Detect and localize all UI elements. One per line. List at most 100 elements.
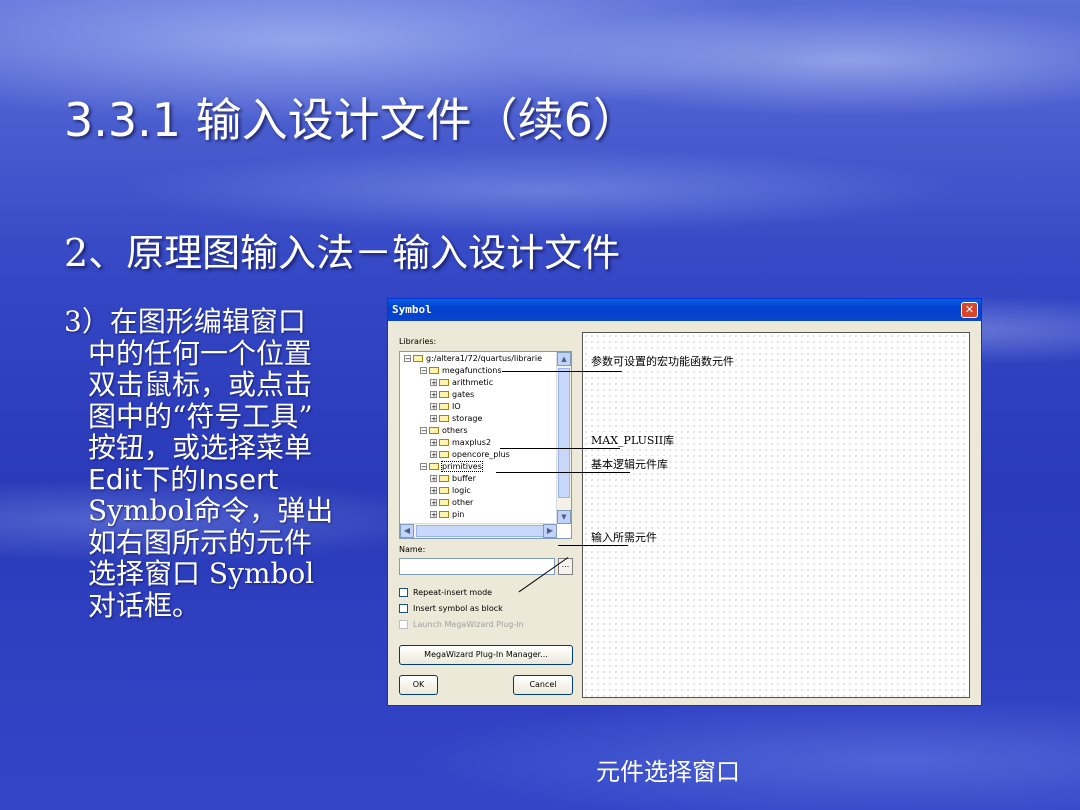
expand-icon[interactable]: + [430, 451, 437, 459]
scroll-thumb[interactable] [416, 525, 556, 537]
tree-item-primitives[interactable]: − primitives [420, 461, 483, 474]
folder-icon [439, 511, 449, 518]
body-line: 双击鼠标，或点击 [88, 368, 313, 401]
folder-icon [439, 415, 449, 422]
dialog-titlebar[interactable]: Symbol ✕ [388, 299, 981, 321]
name-input[interactable] [399, 558, 555, 575]
tree-item-label: storage [452, 414, 483, 423]
scroll-right-icon[interactable]: ▶ [543, 524, 557, 538]
horizontal-scrollbar[interactable]: ◀ ▶ [400, 523, 557, 538]
annotation-line [500, 448, 620, 449]
checkbox-box[interactable] [399, 588, 408, 597]
tree-item[interactable]: + arithmetic [430, 378, 493, 390]
close-icon[interactable]: ✕ [961, 302, 978, 318]
tree-item-label: logic [452, 486, 471, 495]
body-line: Edit下的Insert [88, 462, 279, 496]
repeat-insert-checkbox[interactable]: Repeat-insert mode [399, 588, 492, 600]
annotation-line [558, 545, 628, 546]
folder-icon [439, 475, 449, 482]
folder-icon [439, 403, 449, 410]
tree-item-label: IO [452, 402, 461, 411]
folder-icon [439, 487, 449, 494]
tree-item[interactable]: + logic [430, 486, 471, 498]
body-line: 图中的“符号工具” [88, 399, 313, 433]
expand-icon[interactable]: + [430, 511, 437, 519]
checkbox-label: Repeat-insert mode [413, 588, 493, 597]
tree-item-megafunctions[interactable]: − megafunctions [420, 366, 502, 378]
tree-item-label: primitives [441, 461, 483, 472]
expand-icon[interactable]: + [430, 415, 437, 423]
tree-item[interactable]: − g:/altera1/72/quartus/librarie [404, 354, 542, 366]
tree-item-label: arithmetic [452, 378, 494, 387]
tree-item[interactable]: − others [420, 426, 467, 438]
collapse-icon[interactable]: − [420, 427, 427, 435]
open-folder-icon [429, 427, 439, 434]
tree-item-label: maxplus2 [452, 438, 492, 447]
tree-item-label: others [442, 426, 468, 435]
collapse-icon[interactable]: − [420, 463, 427, 471]
folder-icon [439, 379, 449, 386]
expand-icon[interactable]: + [430, 475, 437, 483]
cancel-button[interactable]: Cancel [513, 675, 573, 695]
expand-icon[interactable]: + [430, 403, 437, 411]
annotation-line [502, 371, 622, 372]
tree-item-label: megafunctions [442, 366, 502, 375]
tree-item-maxplus2[interactable]: + maxplus2 [430, 438, 491, 450]
checkbox-box[interactable] [399, 604, 408, 613]
expand-icon[interactable]: + [430, 487, 437, 495]
insert-as-block-checkbox[interactable]: Insert symbol as block [399, 604, 503, 616]
tree-item[interactable]: + IO [430, 402, 461, 414]
body-line: 对话框。 [88, 588, 201, 622]
tree-item-label: g:/altera1/72/quartus/librarie [426, 354, 543, 363]
tree-item[interactable]: + buffer [430, 474, 476, 486]
body-line: Symbol命令，弹出 [88, 494, 334, 527]
checkbox-label: Insert symbol as block [413, 604, 503, 613]
tree-item[interactable]: + other [430, 498, 473, 510]
symbol-preview [582, 332, 970, 698]
vertical-scrollbar[interactable]: ▲ ▼ [556, 352, 571, 524]
ok-button[interactable]: OK [399, 675, 438, 695]
expand-icon[interactable]: + [430, 499, 437, 507]
scroll-up-icon[interactable]: ▲ [557, 352, 571, 366]
open-folder-icon [429, 367, 439, 374]
annotation-name: 输入所需元件 [590, 529, 658, 545]
open-folder-icon [429, 463, 439, 470]
tree-item-label: opencore_plus [452, 450, 510, 459]
tree-item[interactable]: + opencore_plus [430, 450, 510, 462]
tree-item[interactable]: + pin [430, 510, 464, 522]
scroll-left-icon[interactable]: ◀ [400, 524, 414, 538]
name-label: Name: [399, 545, 426, 554]
expand-icon[interactable]: + [430, 439, 437, 447]
slide-subtitle: 2、原理图输入法－输入设计文件 [64, 231, 621, 275]
tree-item-label: pin [452, 510, 465, 519]
libraries-label: Libraries: [399, 337, 437, 346]
folder-icon [439, 499, 449, 506]
checkbox-box [399, 620, 408, 629]
folder-icon [439, 439, 449, 446]
tree-item-label: buffer [452, 474, 476, 483]
symbol-dialog: Symbol ✕ Libraries: − g:/altera1/72/quart… [387, 298, 982, 706]
tree-item-label: gates [452, 390, 475, 399]
annotation-primitives: 基本逻辑元件库 [590, 456, 669, 472]
expand-icon[interactable]: + [430, 391, 437, 399]
expand-icon[interactable]: + [430, 379, 437, 387]
tree-item-label: other [452, 498, 474, 507]
open-folder-icon [413, 355, 423, 362]
annotation-line [496, 472, 630, 473]
scroll-down-icon[interactable]: ▼ [557, 510, 571, 524]
figure-caption: 元件选择窗口 [596, 758, 740, 786]
body-line: 中的任何一个位置 [88, 336, 313, 370]
launch-megawizard-checkbox: Launch MegaWizard Plug-In [399, 620, 524, 632]
tree-item[interactable]: + gates [430, 390, 474, 402]
megawizard-manager-button[interactable]: MegaWizard Plug-In Manager... [399, 645, 573, 665]
collapse-icon[interactable]: − [420, 367, 427, 375]
body-line: 按钮，或选择菜单 [88, 431, 313, 464]
library-tree[interactable]: − g:/altera1/72/quartus/librarie − megafun… [399, 351, 572, 539]
collapse-icon[interactable]: − [404, 355, 411, 363]
scroll-thumb[interactable] [558, 368, 570, 498]
body-line: 如右图所示的元件 [88, 525, 313, 559]
tree-item[interactable]: + storage [430, 414, 482, 426]
body-line: 3）在图形编辑窗口 [64, 305, 306, 338]
body-line: 选择窗口 Symbol [88, 557, 315, 590]
browse-button[interactable]: ... [558, 558, 573, 575]
